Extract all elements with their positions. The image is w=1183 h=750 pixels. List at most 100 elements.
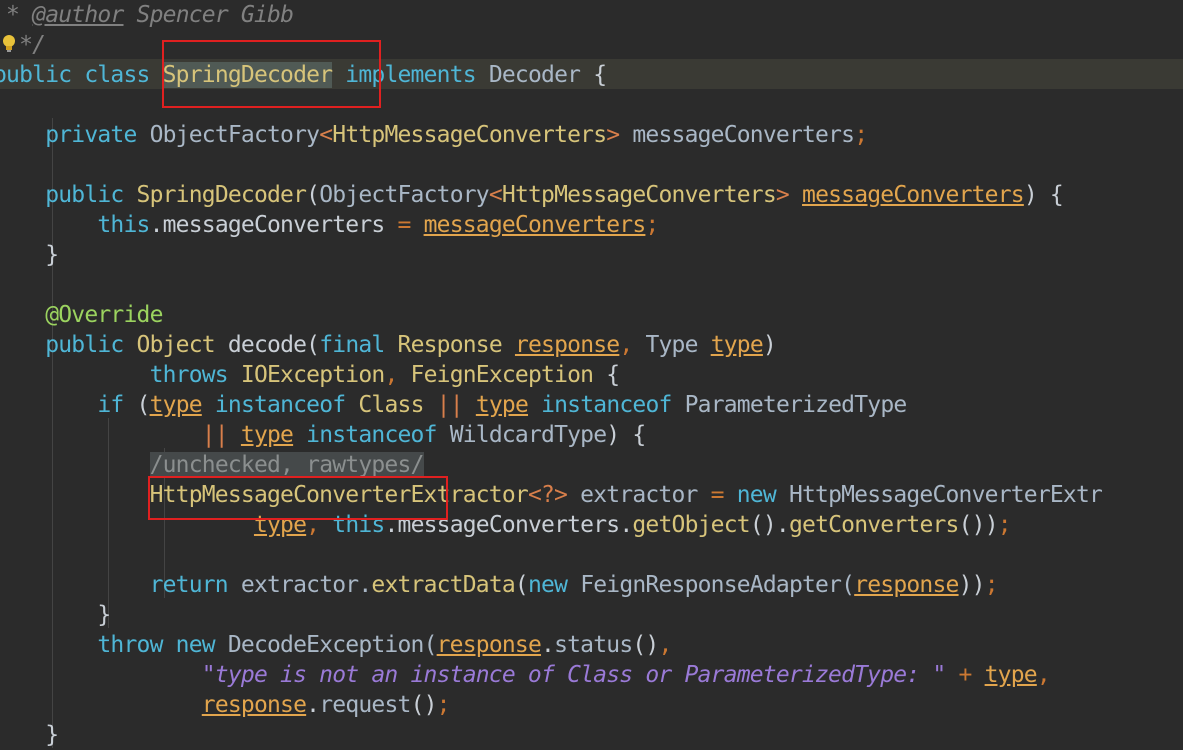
code-token: ()	[632, 632, 659, 658]
code-token: response	[201, 692, 307, 718]
code-token: messageConverters	[619, 122, 855, 148]
code-token: SpringDecoder	[136, 182, 307, 208]
code-token: @author	[32, 2, 124, 28]
code-token: ().	[749, 512, 790, 538]
code-token: type	[240, 422, 294, 448]
code-token: HttpMessageConverterExtr	[788, 482, 1103, 508]
code-token: Type	[645, 332, 711, 358]
code-token: .	[541, 632, 555, 658]
code-token: private	[0, 122, 150, 148]
code-line: private ObjectFactory<HttpMessageConvert…	[0, 120, 868, 150]
code-token: getObject	[632, 512, 750, 538]
code-token: =	[710, 482, 737, 508]
code-token: public	[0, 182, 137, 208]
code-token: return	[0, 572, 241, 598]
highlight-box-springdecoder	[162, 40, 381, 108]
code-line: this.messageConverters = messageConverte…	[0, 210, 659, 240]
code-token: ,	[619, 332, 646, 358]
code-token: throw new	[0, 632, 228, 658]
code-line: * @author Spencer Gibb	[0, 0, 294, 30]
code-token: }	[45, 722, 59, 748]
code-token: response	[514, 332, 620, 358]
code-token: type	[149, 392, 203, 418]
code-token: /unchecked, rawtypes/	[149, 452, 424, 478]
code-line: response.request();	[0, 690, 451, 720]
code-token: type	[710, 332, 764, 358]
code-token: throws	[0, 362, 241, 388]
code-line: */	[0, 30, 46, 60]
code-token: *	[6, 2, 20, 28]
code-token: }	[0, 602, 111, 628]
code-token: {	[606, 362, 620, 388]
code-editor[interactable]: * @author Spencer Gibb */ public class Sp…	[0, 0, 1183, 748]
code-token: )	[762, 332, 777, 358]
code-token: Object	[136, 332, 216, 358]
code-line: throws IOException, FeignException {	[0, 360, 621, 390]
code-token: <?>	[527, 482, 568, 508]
code-token: */	[19, 32, 46, 58]
code-token: >	[775, 182, 803, 208]
code-token: Class	[358, 392, 437, 418]
code-token: public	[0, 332, 137, 358]
code-token: @Override	[0, 302, 163, 328]
code-token: type	[984, 662, 1038, 688]
code-token: ) {	[606, 422, 646, 448]
code-token: this	[0, 212, 150, 238]
code-token: "type is not an instance of Class or Par…	[0, 662, 959, 688]
code-token: ;	[436, 692, 451, 718]
code-line: }	[0, 240, 59, 270]
code-token: final	[319, 332, 398, 358]
code-token: .	[306, 692, 320, 718]
code-token: messageConverters	[423, 212, 647, 238]
code-token: request	[319, 692, 411, 718]
code-token: Spencer Gibb	[123, 2, 294, 28]
code-token: >	[606, 122, 620, 148]
code-token: instanceof	[528, 392, 685, 418]
code-token: ,	[1036, 662, 1051, 688]
code-token: <	[488, 182, 503, 208]
code-token: instanceof	[293, 422, 450, 448]
code-token: type	[475, 392, 529, 418]
code-line: public SpringDecoder(ObjectFactory<HttpM…	[0, 180, 1064, 210]
code-token: ObjectFactory	[149, 122, 320, 148]
code-token: response	[436, 632, 542, 658]
code-token: ParameterizedType	[684, 392, 908, 418]
code-token: ;	[997, 512, 1012, 538]
code-token: getConverters	[788, 512, 959, 538]
code-token: FeignResponseAdapter(	[580, 572, 855, 598]
code-token: IOException	[240, 362, 385, 388]
highlight-box-extractor	[148, 476, 448, 520]
code-token: extractData	[371, 572, 515, 598]
code-token: HttpMessageConverters	[332, 122, 607, 148]
code-line: "type is not an instance of Class or Par…	[0, 660, 1051, 690]
code-line: public Object decode(final Response resp…	[0, 330, 777, 360]
code-token: ())	[958, 512, 999, 538]
code-token: FeignException	[410, 362, 607, 388]
code-token: .messageConverters	[149, 212, 398, 238]
code-token: {	[593, 62, 607, 88]
code-token: new	[736, 482, 789, 508]
code-token: ;	[645, 212, 659, 238]
code-line: @Override	[0, 300, 163, 330]
code-token: ))	[958, 572, 986, 598]
code-line: }	[0, 600, 111, 630]
code-token: status	[554, 632, 633, 658]
code-token: }	[45, 242, 59, 268]
code-line: throw new DecodeException(response.statu…	[0, 630, 672, 660]
code-line: if (type instanceof Class || type instan…	[0, 390, 908, 420]
code-token: +	[958, 662, 985, 688]
code-token: Decoder	[475, 62, 594, 88]
code-token: ||	[436, 392, 476, 418]
code-token: extractor.	[240, 572, 372, 598]
code-token: response	[854, 572, 959, 598]
code-token: (	[306, 182, 320, 208]
code-token: if	[0, 392, 137, 418]
code-token: ,	[658, 632, 672, 658]
code-line: }	[0, 720, 59, 750]
code-token: ||	[0, 422, 241, 448]
code-token: (	[136, 392, 151, 418]
code-token: <	[319, 122, 333, 148]
code-token: ;	[854, 122, 868, 148]
